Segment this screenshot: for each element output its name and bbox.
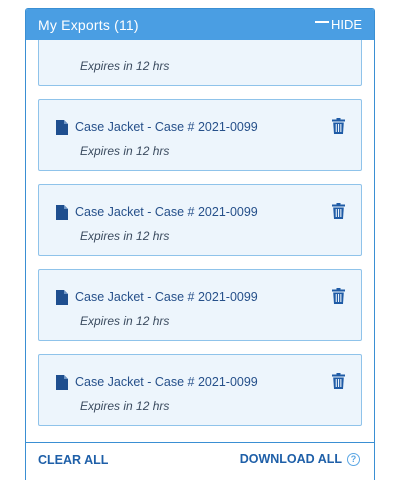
export-expiry: Expires in 12 hrs [80, 399, 170, 413]
panel-title: My Exports (11) [38, 16, 139, 33]
export-item: Case Jacket - Case # 2021-0099 Expires i… [38, 184, 362, 256]
export-expiry: Expires in 12 hrs [80, 314, 170, 328]
hide-button[interactable]: HIDE [314, 17, 362, 32]
export-item: Case Jacket - Case # 2021-0099 Expires i… [38, 354, 362, 426]
download-all-button[interactable]: DOWNLOAD ALL ? [240, 452, 360, 466]
trash-icon[interactable] [332, 203, 345, 219]
export-item: Case Jacket - Case # 2021-0099 Expires i… [38, 99, 362, 171]
export-title[interactable]: Case Jacket - Case # 2021-0099 [75, 120, 258, 134]
panel-header: My Exports (11) HIDE [26, 9, 374, 40]
minus-icon [314, 20, 329, 23]
file-icon [56, 289, 68, 305]
trash-icon[interactable] [332, 288, 345, 304]
export-expiry: Expires in 12 hrs [80, 59, 170, 73]
export-item: Expires in 12 hrs [38, 40, 362, 86]
clear-all-button[interactable]: CLEAR ALL [38, 453, 108, 467]
download-all-label: DOWNLOAD ALL [239, 452, 342, 466]
help-icon[interactable]: ? [347, 452, 360, 466]
trash-icon[interactable] [332, 118, 345, 134]
export-title[interactable]: Case Jacket - Case # 2021-0099 [75, 290, 258, 304]
panel-footer: CLEAR ALL DOWNLOAD ALL ? [26, 442, 374, 480]
export-expiry: Expires in 12 hrs [80, 229, 170, 243]
export-title[interactable]: Case Jacket - Case # 2021-0099 [75, 205, 258, 219]
exports-panel: My Exports (11) HIDE Expires in 12 hrs C… [25, 8, 375, 480]
trash-icon[interactable] [332, 373, 345, 389]
hide-label: HIDE [330, 17, 362, 32]
file-icon [56, 119, 68, 135]
export-item: Case Jacket - Case # 2021-0099 Expires i… [38, 269, 362, 341]
exports-list[interactable]: Expires in 12 hrs Case Jacket - Case # 2… [26, 40, 374, 442]
file-icon [56, 204, 68, 220]
export-title[interactable]: Case Jacket - Case # 2021-0099 [75, 375, 258, 389]
file-icon [56, 374, 68, 390]
export-expiry: Expires in 12 hrs [80, 144, 170, 158]
